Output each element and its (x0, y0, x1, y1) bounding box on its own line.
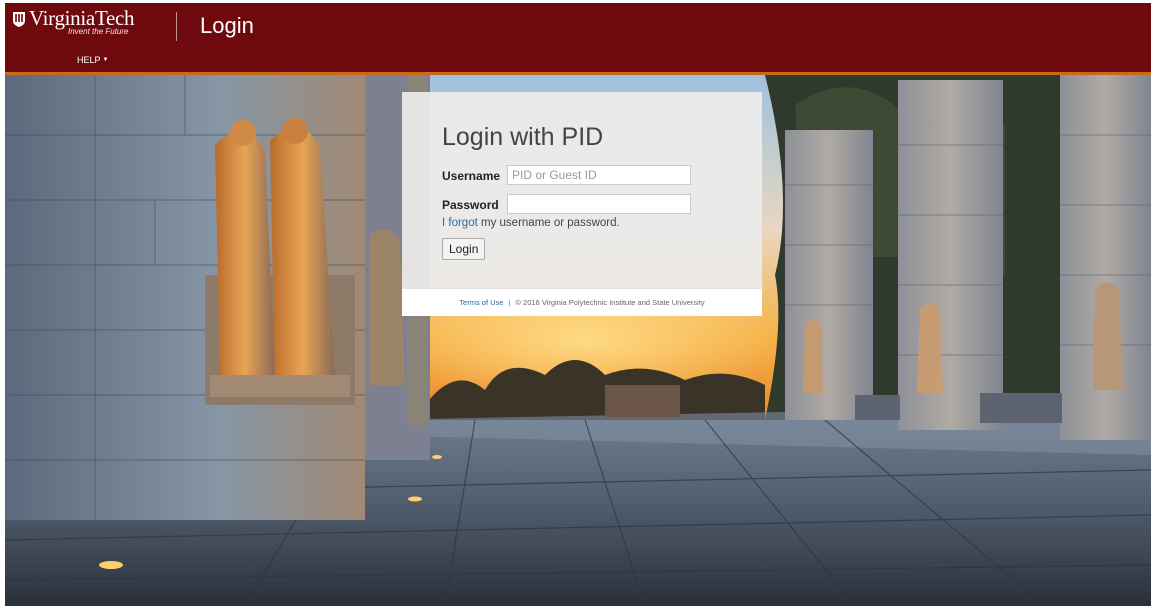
login-button[interactable]: Login (442, 238, 486, 260)
forgot-link[interactable]: I forgot (442, 217, 478, 229)
top-header: VirginiaTech Invent the Future Login HEL… (5, 3, 1151, 75)
password-label: Password (442, 198, 499, 212)
logo-tagline: Invent the Future (68, 27, 129, 36)
shield-icon (13, 11, 25, 27)
forgot-credentials-text: I forgot my username or password. (442, 217, 620, 229)
password-input[interactable] (507, 194, 691, 214)
username-label: Username (442, 169, 501, 183)
card-footer: Terms of Use | © 2016 Virginia Polytechn… (402, 288, 762, 316)
login-heading: Login with PID (442, 123, 604, 151)
logo-wordmark: VirginiaTech (29, 6, 135, 30)
help-menu-label: HELP (77, 55, 101, 65)
forgot-rest-text: my username or password. (477, 217, 620, 229)
login-card: Login with PID Username Password I forgo… (402, 92, 762, 316)
copyright-text: © 2016 Virginia Polytechnic Institute an… (515, 298, 705, 307)
virginia-tech-logo[interactable]: VirginiaTech Invent the Future (13, 6, 135, 36)
header-divider (176, 12, 177, 41)
username-input[interactable] (507, 165, 691, 185)
page-frame: VirginiaTech Invent the Future Login HEL… (5, 3, 1151, 606)
help-menu[interactable]: HELP ▼ (77, 55, 108, 65)
terms-of-use-link[interactable]: Terms of Use (459, 298, 503, 307)
page-title: Login (200, 13, 254, 38)
footer-separator: | (508, 298, 511, 307)
caret-down-icon: ▼ (102, 57, 109, 63)
